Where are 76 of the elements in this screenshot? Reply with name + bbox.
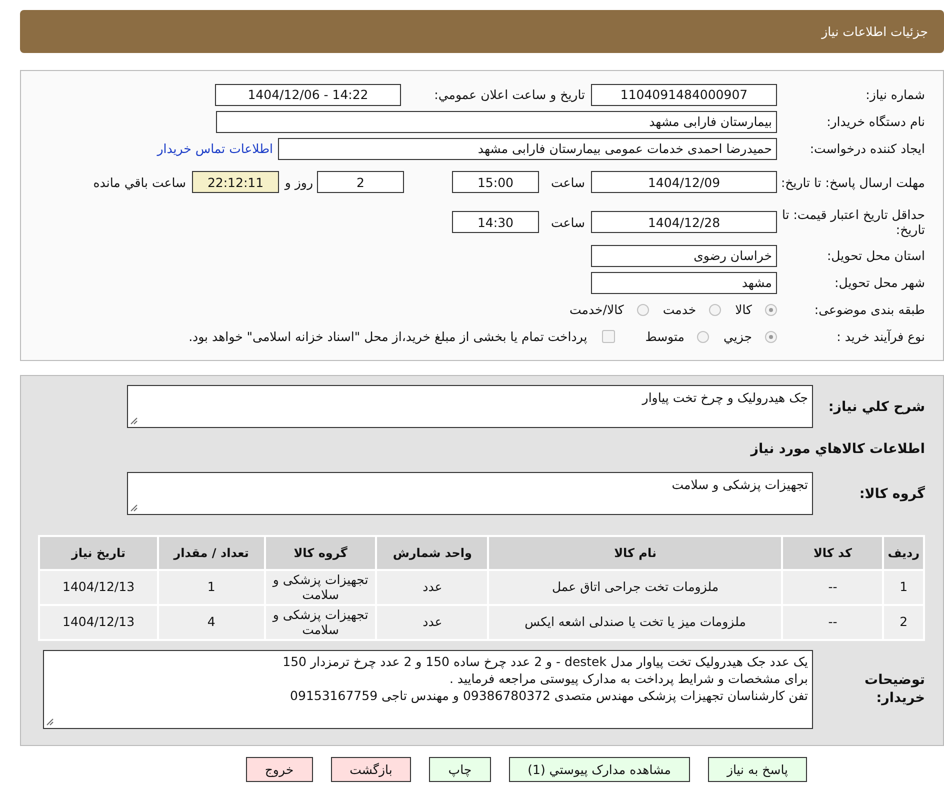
field-label: نام دستگاه خریدار: — [826, 114, 925, 129]
remaining-time-field: 22:12:11 — [192, 171, 279, 193]
checkbox[interactable] — [602, 330, 616, 343]
action-button[interactable]: بازگشت — [330, 757, 412, 782]
table-cell: 1 — [883, 570, 924, 605]
buyer-notes-textarea[interactable]: یک عدد جک هیدرولیک تخت پیاوار مدل destek - و 2 عدد چرخ ساده 150 و 2 عدد چرخ ترمزدار 150 برای مشخصات و شرایط پرداخت به مدارک پیوستی مراجعه فرمایید . تفن کارشناسان تجهیزات پزشکی مهندس متصدی 09386780372 و مهندس تاجی 09153167759 — [43, 650, 813, 729]
table-cell: 1 — [158, 570, 265, 605]
goods-group-textarea[interactable]: تجهیزات پزشکی و سلامت — [127, 472, 813, 515]
field-label: طبقه بندی موضوعی: — [813, 302, 925, 317]
column-header: نام کالا — [488, 536, 782, 570]
time-label: ساعت — [550, 174, 586, 190]
radio-button[interactable] — [709, 304, 722, 316]
column-header: ردیف — [883, 536, 924, 570]
resize-grip-icon — [130, 504, 138, 512]
creator-field: حمیدرضا احمدی خدمات عمومی بیمارستان فارابی مشهد — [278, 138, 777, 160]
field-label: شهر محل تحویل: — [834, 275, 925, 290]
column-header: گروه کالا — [264, 536, 376, 570]
table-cell: 1404/12/13 — [39, 605, 158, 640]
field-label: استان محل تحویل: — [826, 248, 925, 263]
table-cell: تجهیزات پزشکی و سلامت — [264, 570, 376, 605]
days-field: 2 — [317, 171, 404, 193]
days-label: روز و — [283, 174, 314, 190]
field-label: مهلت ارسال پاسخ: تا تاریخ: — [780, 174, 925, 190]
province-field: خراسان رضوی — [591, 244, 777, 266]
action-button[interactable]: خروج — [246, 757, 313, 782]
radio-label: کالا/خدمت — [569, 302, 624, 317]
radio-button[interactable] — [636, 304, 649, 316]
summary-textarea[interactable]: جک هیدرولیک و چرخ تخت پیاوار — [127, 385, 813, 428]
field-label: ایجاد کننده درخواست: — [808, 141, 925, 156]
resize-grip-icon — [46, 718, 54, 726]
buyer-field: بیمارستان فارابی مشهد — [216, 110, 777, 132]
radio-button[interactable] — [765, 330, 777, 342]
section-title: اطلاعات کالاهاي مورد نیاز — [749, 440, 925, 459]
table-cell: عدد — [376, 605, 488, 640]
action-button[interactable]: مشاهده مدارک پیوستي (1) — [508, 757, 690, 782]
action-button[interactable]: چاپ — [429, 757, 491, 782]
field-label: حداقل تاریخ اعتبار قیمت: تا تاریخ: — [780, 207, 925, 237]
table-cell: 4 — [158, 605, 265, 640]
field-label: گروه کالا: — [858, 486, 925, 502]
deadline-date-field: 1404/12/09 — [591, 171, 777, 193]
column-header: کد کالا — [782, 536, 884, 570]
buyer-contact-link[interactable]: اطلاعات تماس خریدار — [157, 141, 273, 156]
table-cell: ملزومات میز یا تخت یا صندلی اشعه ایکس — [488, 605, 782, 640]
need-number-field: 1104091484000907 — [591, 84, 777, 106]
city-field: مشهد — [591, 272, 777, 294]
table-cell: 2 — [883, 605, 924, 640]
field-label: شرح کلي نیاز: — [827, 398, 925, 414]
radio-label: جزيي — [723, 329, 752, 344]
radio-button[interactable] — [765, 304, 777, 316]
column-header: واحد شمارش — [376, 536, 488, 570]
radio-label: خدمت — [662, 302, 696, 317]
table-cell: 1404/12/13 — [39, 570, 158, 605]
announce-date-field: 1404/12/06 - 14:22 — [215, 84, 401, 106]
radio-label: متوسط — [645, 329, 684, 344]
column-header: تعداد / مقدار — [158, 536, 265, 570]
field-label: شماره نیاز: — [864, 87, 925, 102]
checkbox-label: پرداخت تمام یا بخشی از مبلغ خرید،از محل "اسناد خزانه اسلامی" خواهد بود. — [188, 329, 588, 344]
table-cell: ملزومات تخت جراحی اتاق عمل — [488, 570, 782, 605]
page-title: جزئیات اطلاعات نیاز — [822, 24, 928, 39]
time-label: ساعت — [550, 214, 586, 230]
column-header: تاریخ نیاز — [39, 536, 158, 570]
field-label: توضیحات خریدار: — [864, 672, 925, 708]
resize-grip-icon — [130, 417, 138, 425]
validity-date-field: 1404/12/28 — [591, 211, 777, 233]
validity-time-field: 14:30 — [452, 211, 539, 233]
action-button[interactable]: پاسخ به نیاز — [708, 757, 807, 782]
radio-button[interactable] — [697, 330, 710, 342]
table-cell: تجهیزات پزشکی و سلامت — [264, 605, 376, 640]
deadline-time-field: 15:00 — [452, 171, 539, 193]
field-label: تاریخ و ساعت اعلان عمومي: — [433, 87, 586, 102]
remaining-label: ساعت باقي مانده — [92, 174, 187, 190]
table-cell: -- — [782, 570, 884, 605]
radio-label: کالا — [735, 302, 752, 317]
table-cell: -- — [782, 605, 884, 640]
field-label: نوع فرآیند خرید : — [836, 329, 925, 344]
table-cell: عدد — [376, 570, 488, 605]
